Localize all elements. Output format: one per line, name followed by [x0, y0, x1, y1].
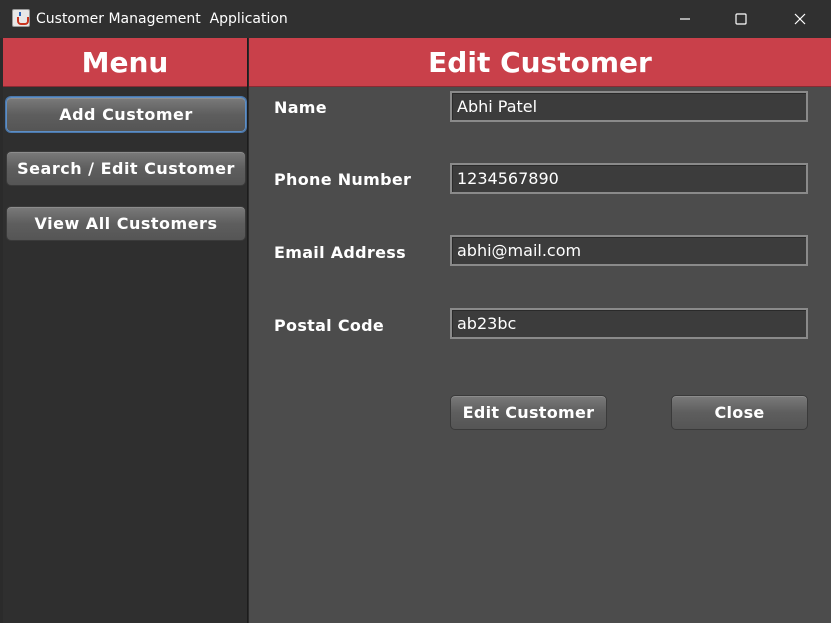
name-label: Name	[274, 98, 327, 117]
phone-label: Phone Number	[274, 170, 412, 189]
email-field[interactable]	[450, 235, 808, 266]
close-window-button[interactable]	[777, 0, 823, 38]
minimize-icon	[680, 18, 690, 20]
minimize-button[interactable]	[662, 0, 708, 38]
search-edit-customer-button[interactable]: Search / Edit Customer	[6, 151, 246, 186]
close-button[interactable]: Close	[671, 395, 808, 430]
menu-header: Menu	[3, 38, 247, 87]
maximize-icon	[735, 13, 747, 25]
java-cup-icon	[12, 9, 30, 27]
add-customer-button[interactable]: Add Customer	[6, 97, 246, 132]
phone-field[interactable]	[450, 163, 808, 194]
maximize-button[interactable]	[718, 0, 764, 38]
email-label: Email Address	[274, 243, 406, 262]
page-title: Edit Customer	[249, 38, 831, 87]
postal-code-field[interactable]	[450, 308, 808, 339]
title-bar: Customer Management Application	[0, 0, 831, 38]
close-icon	[794, 13, 806, 25]
edit-customer-button[interactable]: Edit Customer	[450, 395, 607, 430]
postal-code-label: Postal Code	[274, 316, 385, 335]
window-title: Customer Management Application	[36, 11, 288, 27]
menu-panel: Menu Add Customer Search / Edit Customer…	[3, 38, 248, 623]
view-all-customers-button[interactable]: View All Customers	[6, 206, 246, 241]
edit-customer-panel: Edit Customer Name Phone Number Email Ad…	[249, 38, 831, 623]
name-field[interactable]	[450, 91, 808, 122]
